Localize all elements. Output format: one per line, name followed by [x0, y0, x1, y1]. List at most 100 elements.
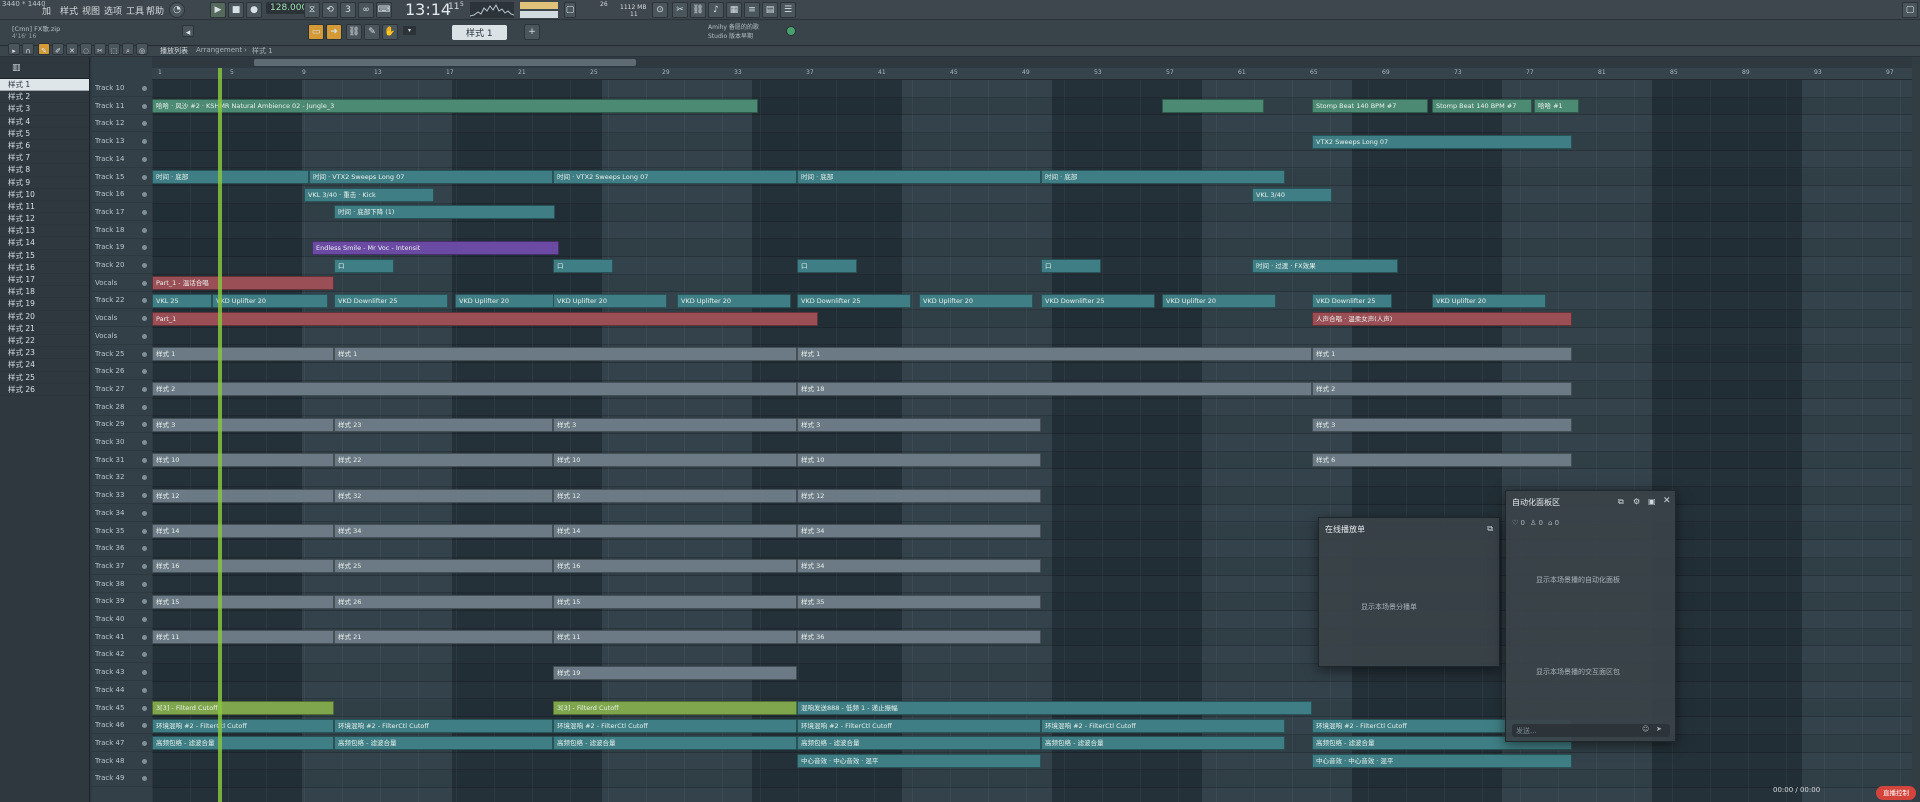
- pattern-mode-button[interactable]: ▭: [308, 24, 324, 40]
- track-mute-dot[interactable]: [142, 280, 147, 286]
- pattern-item[interactable]: 样式 23: [0, 347, 89, 360]
- clip[interactable]: 样式 1: [152, 347, 334, 361]
- pattern-item[interactable]: 样式 15: [0, 250, 89, 262]
- pattern-item[interactable]: 样式 3: [0, 103, 89, 116]
- track-mute-dot[interactable]: [142, 687, 147, 693]
- track-mute-dot[interactable]: [142, 705, 147, 711]
- clip[interactable]: 样式 36: [797, 630, 1041, 645]
- clip[interactable]: 时间 · 底部下降 (1): [334, 205, 555, 220]
- track-header[interactable]: Track 43: [92, 664, 152, 682]
- track-mute-dot[interactable]: [142, 493, 147, 499]
- track-mute-dot[interactable]: [142, 634, 147, 640]
- clip[interactable]: VTX2 Sweeps Long 07: [1312, 134, 1572, 149]
- clip[interactable]: 样式 34: [797, 559, 1041, 574]
- clip[interactable]: VKD Uplifter 20: [919, 293, 1033, 308]
- pattern-item[interactable]: 样式 6: [0, 140, 89, 153]
- lane[interactable]: [152, 363, 1912, 381]
- lane[interactable]: [152, 770, 1912, 788]
- track-header[interactable]: Track 15: [92, 169, 152, 186]
- track-mute-dot[interactable]: [142, 351, 147, 357]
- clip[interactable]: 口: [797, 258, 857, 273]
- clip[interactable]: VKD Uplifter 20: [455, 293, 569, 308]
- clip[interactable]: 样式 12: [553, 488, 797, 503]
- track-header[interactable]: Track 35: [92, 523, 152, 540]
- lane[interactable]: [152, 133, 1912, 151]
- clip[interactable]: VKL 25: [152, 293, 212, 308]
- track-mute-dot[interactable]: [142, 528, 147, 534]
- track-mute-dot[interactable]: [142, 723, 147, 729]
- track-header[interactable]: Track 25: [92, 346, 152, 363]
- pattern-item[interactable]: 样式 22: [0, 335, 89, 348]
- clip[interactable]: 样式 16: [152, 559, 334, 574]
- clip[interactable]: Stomp Beat 140 BPM #7: [1432, 99, 1532, 114]
- track-mute-dot[interactable]: [142, 156, 147, 162]
- window-restore-icon[interactable]: ▢: [1902, 2, 1918, 18]
- clip[interactable]: 样式 15: [152, 594, 334, 609]
- draw-tool-icon[interactable]: ✎: [38, 43, 50, 55]
- clip[interactable]: 环境混响 #2 - FilterCtl Cutoff: [334, 718, 553, 733]
- track-header[interactable]: Track 34: [92, 505, 152, 522]
- clip[interactable]: 样式 32: [334, 488, 553, 503]
- menu-arrow-icon[interactable]: ▸: [8, 43, 20, 55]
- clip[interactable]: VKL 3/40 · 重击 · Kick: [304, 187, 434, 202]
- track-mute-dot[interactable]: [142, 617, 147, 622]
- lane[interactable]: [152, 115, 1912, 134]
- clip[interactable]: 时间 · 底部: [797, 170, 1041, 184]
- clip[interactable]: 哈哈 · 风沙 #2 · KSHMR Natural Ambience 02 -…: [152, 99, 758, 114]
- clip[interactable]: 样式 14: [553, 524, 797, 538]
- cpu-icon[interactable]: ⊙: [652, 2, 668, 18]
- track-mute-dot[interactable]: [142, 174, 147, 180]
- track-mute-dot[interactable]: [142, 475, 147, 481]
- track-mute-dot[interactable]: [142, 581, 147, 587]
- track-mute-dot[interactable]: [142, 263, 147, 268]
- track-header[interactable]: Track 27: [92, 381, 152, 398]
- hand-icon[interactable]: ✋: [382, 24, 398, 40]
- slice-tool-icon[interactable]: ✂: [94, 43, 106, 55]
- timeline-ruler[interactable]: 1 5 9 13 17 21 25 29 33 37 41 45 49 53 57 61 65 69 73 77 81 8…: [152, 68, 1912, 80]
- pattern-item[interactable]: 样式 10: [0, 189, 89, 201]
- clip[interactable]: VKD Downlifter 25: [797, 293, 911, 308]
- breadcrumb-arrangement[interactable]: Arrangement: [196, 46, 242, 54]
- playback-tool-icon[interactable]: ◎: [136, 43, 148, 55]
- piano-icon[interactable]: ▦: [726, 2, 742, 18]
- track-header[interactable]: Track 47: [92, 735, 152, 752]
- lane[interactable]: [152, 151, 1912, 169]
- scroll-thumb[interactable]: [254, 59, 636, 66]
- clip[interactable]: 样式 11: [553, 630, 797, 645]
- paint-tool-icon[interactable]: ✐: [52, 43, 64, 55]
- clip[interactable]: 样式 1: [334, 347, 797, 361]
- clip[interactable]: 3[3] - Filterd Cutoff: [152, 701, 334, 715]
- mixer-icon[interactable]: ≡: [744, 2, 760, 18]
- clip[interactable]: 口: [1041, 258, 1101, 273]
- lane[interactable]: [152, 274, 1912, 293]
- clip[interactable]: Stomp Beat 140 BPM #7: [1312, 99, 1428, 114]
- message-input[interactable]: 发送... ☺ ➤: [1512, 724, 1670, 737]
- clip[interactable]: 样式 11: [152, 630, 334, 645]
- track-header[interactable]: Track 28: [92, 399, 152, 416]
- pattern-item[interactable]: 样式 14: [0, 237, 89, 250]
- track-mute-dot[interactable]: [142, 422, 147, 428]
- track-header[interactable]: Track 20: [92, 257, 152, 274]
- track-mute-dot[interactable]: [142, 245, 147, 251]
- clip[interactable]: 口: [334, 258, 394, 273]
- loop-record-icon[interactable]: ∞: [358, 2, 374, 18]
- metronome-icon[interactable]: ⧖: [304, 2, 320, 18]
- pencil-icon[interactable]: ✎: [364, 24, 380, 40]
- track-header[interactable]: Track 31: [92, 452, 152, 469]
- countdown-icon[interactable]: 3: [340, 2, 356, 18]
- emoji-icon[interactable]: ☺: [1642, 725, 1649, 733]
- record-button[interactable]: ●: [246, 2, 262, 18]
- track-mute-dot[interactable]: [142, 563, 147, 569]
- clip[interactable]: 高频包络 - 滤波合量: [797, 736, 1041, 751]
- track-mute-dot[interactable]: [142, 652, 147, 658]
- lane[interactable]: [152, 328, 1912, 346]
- track-header[interactable]: Track 16: [92, 186, 152, 204]
- vertical-scrollbar[interactable]: [1912, 57, 1920, 802]
- pattern-item[interactable]: 样式 26: [0, 384, 89, 396]
- track-mute-dot[interactable]: [142, 227, 147, 233]
- track-header[interactable]: Track 22: [92, 292, 152, 310]
- track-header[interactable]: Track 41: [92, 629, 152, 646]
- lane[interactable]: [152, 257, 1912, 275]
- monitor-icon[interactable]: ▢: [564, 2, 576, 18]
- track-mute-dot[interactable]: [142, 440, 147, 445]
